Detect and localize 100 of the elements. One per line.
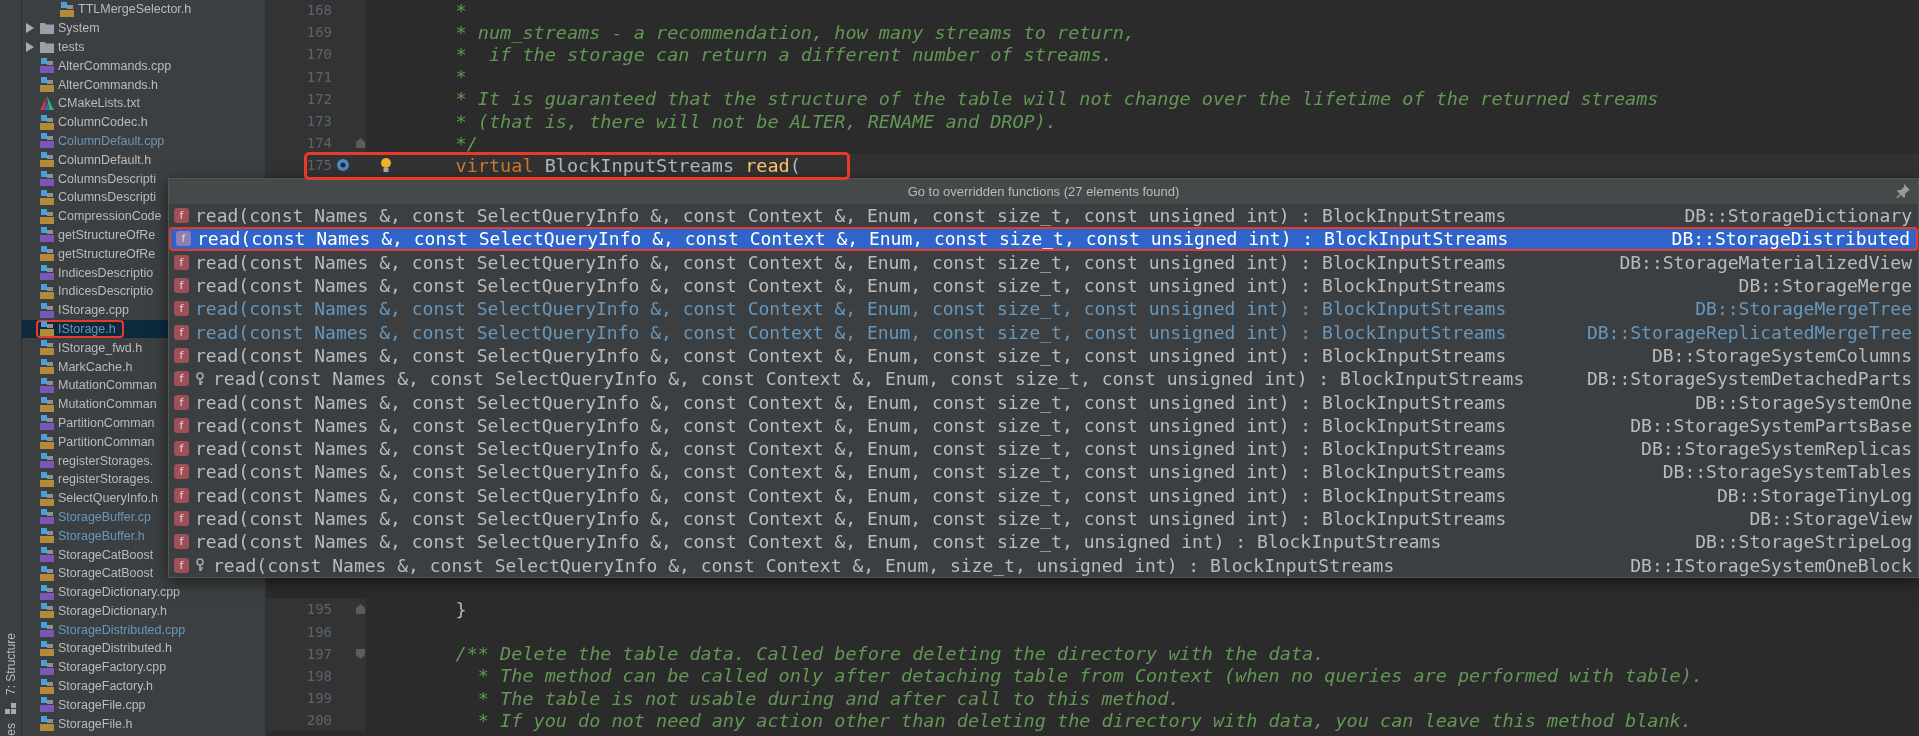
function-signature: read(const Names &, const SelectQueryInfo &, const Context &, Enum, const size_t, const unsigned int) : BlockInputStreams [197,228,1510,250]
file-item[interactable]: CMakeLists.txt [22,94,265,113]
tool-window-tab[interactable]: es [3,723,18,736]
function-signature: read(const Names &, const SelectQueryInfo &, const Context &, Enum, const size_t, const unsigned int) : BlockInputStreams [195,251,1508,273]
code-comment: /** Delete the table data. Called before deleting the directory with the data. [454,643,1325,665]
file-name: StorageFile.h [58,716,133,731]
folder-item[interactable]: System [22,18,265,38]
file-name: MarkCache.h [58,359,133,374]
code-comment: * [454,66,467,88]
file-item[interactable]: StorageFile.h [22,714,265,734]
file-name: CompressionCode [58,209,162,224]
file-name: CMakeLists.txt [58,96,140,111]
class-name: DB::StorageTinyLog [1716,484,1912,506]
file-item[interactable]: ColumnsDescripti [22,169,265,188]
method-icon: f [174,371,189,387]
header-file-icon [40,678,54,694]
header-file-icon [40,528,54,544]
file-name: MutationComman [58,397,157,412]
code-comment: * num_streams - a recommendation, how many streams to return, [454,21,1135,43]
code-line: } [454,598,467,620]
function-signature: read(const Names &, const SelectQueryInfo &, const Context &, Enum, const size_t, const unsigned int) : BlockInputStreams [195,484,1508,506]
expand-arrow-icon[interactable] [25,42,34,52]
function-list-item[interactable]: f read(const Names &, const SelectQueryInfo &, const Context &, Enum, const size_t, const unsigned int) : BlockInputStreams DB::StorageMergeTree [169,297,1918,321]
override-marker-icon[interactable] [336,158,350,173]
function-signature: read(const Names &, const SelectQueryInfo &, const Context &, Enum, const size_t, const unsigned int) : BlockInputStreams [195,205,1508,227]
file-item[interactable]: ColumnDefault.h [22,150,265,170]
method-icon: f [174,534,189,550]
function-signature: read(const Names &, const SelectQueryInfo &, const Context &, Enum, const size_t, const unsigned int) : BlockInputStreams [195,414,1508,436]
file-name: TTLMergeSelector.h [78,2,192,17]
lightbulb-icon[interactable] [380,157,392,174]
method-icon: f [174,254,189,270]
header-file-icon [40,565,54,581]
header-file-icon [40,283,54,299]
file-name: IndicesDescriptio [58,265,154,280]
function-list-item[interactable]: f read(const Names &, const SelectQueryInfo &, const Context &, Enum, const size_t, const unsigned int) : BlockInputStreams DB::StorageMerge [169,273,1918,298]
class-name: DB::IStorageSystemOneBlock [1630,554,1912,576]
file-item[interactable]: StorageDictionary.cpp [22,582,265,602]
function-list-item[interactable]: f read(const Names &, const SelectQueryInfo &, const Context &, Enum, const size_t, const unsigned int) : BlockInputStreams DB::StorageSystemReplicas [169,436,1918,461]
file-item[interactable]: AlterCommands.h [22,75,265,94]
function-list-item[interactable]: f read(const Names &, const SelectQueryInfo &, const Context &, Enum, const size_t, const unsigned int) : BlockInputStreams DB::StorageSystemOne [169,390,1918,414]
code-comment: * [454,0,467,21]
file-name: StorageCatBoost [58,566,154,581]
file-name: StorageBuffer.cp [58,509,151,524]
file-item[interactable]: AlterCommands.cpp [22,56,265,76]
function-list-item[interactable]: f read(const Names &, const SelectQueryInfo &, const Context &, Enum, size_t, unsigned int) : BlockInputStreams DB::IStorageSystemOneBlock [169,553,1918,577]
class-name: DB::StorageSystemPartsBase [1630,414,1912,436]
source-file-icon [40,622,54,638]
header-file-icon [40,359,54,375]
file-name: AlterCommands.cpp [58,58,172,73]
file-item[interactable]: StorageFile.cpp [22,695,265,715]
function-signature: read(const Names &, const SelectQueryInfo &, const Context &, Enum, const size_t, const unsigned int) : BlockInputStreams [213,368,1526,390]
file-name: getStructureOfRe [58,246,156,261]
function-list-item[interactable]: f read(const Names &, const SelectQueryInfo &, const Context &, Enum, const size_t, const unsigned int) : BlockInputStreams DB::StorageDistributed [169,227,1918,251]
tool-window-tab[interactable]: 7: Structure [3,633,18,696]
file-name: SelectQueryInfo.h [58,491,159,506]
code-comment: * It is guaranteed that the structure of the table will not change over the lifetime of the returned streams [454,88,1659,110]
function-signature: read(const Names &, const SelectQueryInfo &, const Context &, Enum, const size_t, const unsigned int) : BlockInputStreams [195,275,1508,297]
method-icon: f [174,511,189,526]
code-comment: */ [454,132,478,154]
file-item[interactable]: TTLMergeSelector.h [22,0,265,19]
class-name: DB::StorageDictionary [1684,205,1912,227]
file-name: registerStorages. [58,472,154,487]
fold-marker-icon[interactable] [355,604,365,615]
header-file-icon [40,152,54,168]
file-item[interactable]: StorageFactory.h [22,676,265,696]
expand-arrow-icon[interactable] [25,23,34,34]
file-item[interactable]: ColumnCodec.h [22,112,265,132]
file-name: System [58,21,100,36]
file-item[interactable]: ColumnsDescripti [22,187,265,207]
file-name: StorageFactory.h [58,679,153,694]
function-list-item[interactable]: f read(const Names &, const SelectQueryInfo &, const Context &, Enum, const size_t, const unsigned int) : BlockInputStreams DB::StorageSystemTables [169,460,1918,484]
function-list-item[interactable]: f read(const Names &, const SelectQueryInfo &, const Context &, Enum, const size_t, unsigned int) : BlockInputStreams DB::StorageStripeLog [169,530,1918,554]
folder-icon [40,41,54,53]
file-item[interactable]: StorageDictionary.h [22,601,265,621]
file-name: IndicesDescriptio [58,284,154,299]
header-file-icon [40,641,54,656]
file-item[interactable]: ColumnDefault.cpp [22,131,265,151]
header-file-icon [40,434,54,450]
function-list-item[interactable]: f read(const Names &, const SelectQueryInfo &, const Context &, Enum, const size_t, const unsigned int) : BlockInputStreams DB::StorageTinyLog [169,483,1918,507]
pin-icon[interactable] [1896,184,1910,198]
fold-marker-icon[interactable] [355,648,365,659]
function-list-item[interactable]: f read(const Names &, const SelectQueryInfo &, const Context &, Enum, const size_t, const unsigned int) : BlockInputStreams DB::StorageView [169,506,1918,531]
file-name: StorageFactory.cpp [58,660,167,675]
header-file-icon [40,490,54,506]
file-name: getStructureOfRe [58,227,156,242]
function-list-item[interactable]: f read(const Names &, const SelectQueryInfo &, const Context &, Enum, const size_t, const unsigned int) : BlockInputStreams DB::StorageSystemPartsBase [169,413,1918,437]
file-name: IStorage_fwd.h [58,340,143,355]
file-name: StorageBuffer.h [58,528,145,543]
class-name: DB::StorageStripeLog [1695,531,1912,553]
file-item[interactable]: StorageDistributed.cpp [22,620,265,640]
file-item[interactable]: StorageDistributed.h [22,639,265,658]
folder-item[interactable]: tests [22,37,265,57]
file-item[interactable]: StorageFactory.cpp [22,657,265,677]
method-icon: f [174,441,189,457]
function-list-item[interactable]: f read(const Names &, const SelectQueryInfo &, const Context &, Enum, const size_t, const unsigned int) : BlockInputStreams DB::StorageSystemColumns [169,343,1918,368]
function-list-item[interactable]: f read(const Names &, const SelectQueryInfo &, const Context &, Enum, const size_t, const unsigned int) : BlockInputStreams DB::StorageDictionary [169,204,1918,228]
code-comment: * if the storage can return a different number of streams. [454,43,1113,65]
fold-marker-icon[interactable] [355,138,365,149]
function-list-item[interactable]: f read(const Names &, const SelectQueryInfo &, const Context &, Enum, const size_t, const unsigned int) : BlockInputStreams DB::StorageSystemDetachedParts [169,367,1918,391]
function-list-item[interactable]: f read(const Names &, const SelectQueryInfo &, const Context &, Enum, const size_t, const unsigned int) : BlockInputStreams DB::StorageMaterializedView [169,250,1918,274]
